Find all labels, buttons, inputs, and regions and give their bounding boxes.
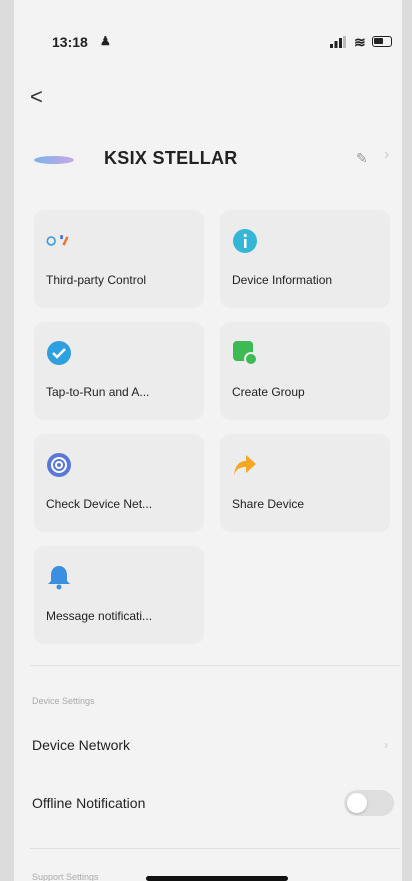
chevron-right-icon[interactable]: ›	[384, 146, 389, 164]
section-title-device-settings: Device Settings	[32, 696, 95, 706]
wifi-icon: ≋	[354, 34, 366, 50]
edit-icon[interactable]: ✎	[356, 150, 368, 167]
tile-label: Message notificati...	[46, 609, 153, 623]
tile-label: Third-party Control	[46, 273, 147, 287]
share-icon	[234, 455, 256, 475]
screen: 13:18 ♟ ≋ < KSIX STELLAR ✎ › Third-party…	[0, 0, 412, 881]
bell-icon	[48, 566, 70, 590]
group-icon	[233, 341, 258, 366]
back-button[interactable]: <	[30, 84, 43, 110]
device-header: KSIX STELLAR ✎ ›	[34, 146, 404, 176]
person-icon: ♟	[100, 34, 111, 48]
tile-label: Share Device	[232, 497, 305, 511]
tile-share-device[interactable]: Share Device	[220, 434, 390, 532]
battery-icon	[372, 36, 392, 47]
divider	[30, 665, 400, 666]
third-party-control-icon	[46, 235, 69, 246]
tile-third-party-control[interactable]: Third-party Control	[34, 210, 204, 308]
status-bar: 13:18 ♟ ≋	[52, 34, 392, 54]
device-name: KSIX STELLAR	[104, 148, 238, 168]
offline-notification-toggle[interactable]	[344, 790, 394, 816]
tile-tap-to-run[interactable]: Tap-to-Run and A...	[34, 322, 204, 420]
tile-label: Check Device Net...	[46, 497, 153, 511]
tile-message-notification[interactable]: Message notificati...	[34, 546, 204, 644]
tile-check-device-network[interactable]: Check Device Net...	[34, 434, 204, 532]
section-title-support-settings: Support Settings	[32, 872, 99, 881]
frame-edge-left	[0, 0, 14, 881]
offline-notification-row: Offline Notification	[32, 795, 146, 811]
tile-label: Tap-to-Run and A...	[46, 385, 150, 399]
divider	[30, 848, 400, 849]
clock: 13:18	[52, 34, 88, 50]
info-icon	[233, 229, 257, 253]
chevron-right-icon: ›	[384, 738, 388, 752]
tile-create-group[interactable]: Create Group	[220, 322, 390, 420]
tile-label: Device Information	[232, 273, 333, 287]
frame-edge-right	[402, 0, 412, 881]
device-thumbnail	[34, 156, 74, 164]
tile-device-information[interactable]: Device Information	[220, 210, 390, 308]
network-icon	[47, 453, 71, 477]
signal-icon	[330, 36, 346, 48]
check-icon	[47, 341, 71, 365]
device-network-row[interactable]: Device Network	[32, 737, 130, 753]
tile-label: Create Group	[232, 385, 305, 399]
home-indicator	[146, 876, 288, 881]
